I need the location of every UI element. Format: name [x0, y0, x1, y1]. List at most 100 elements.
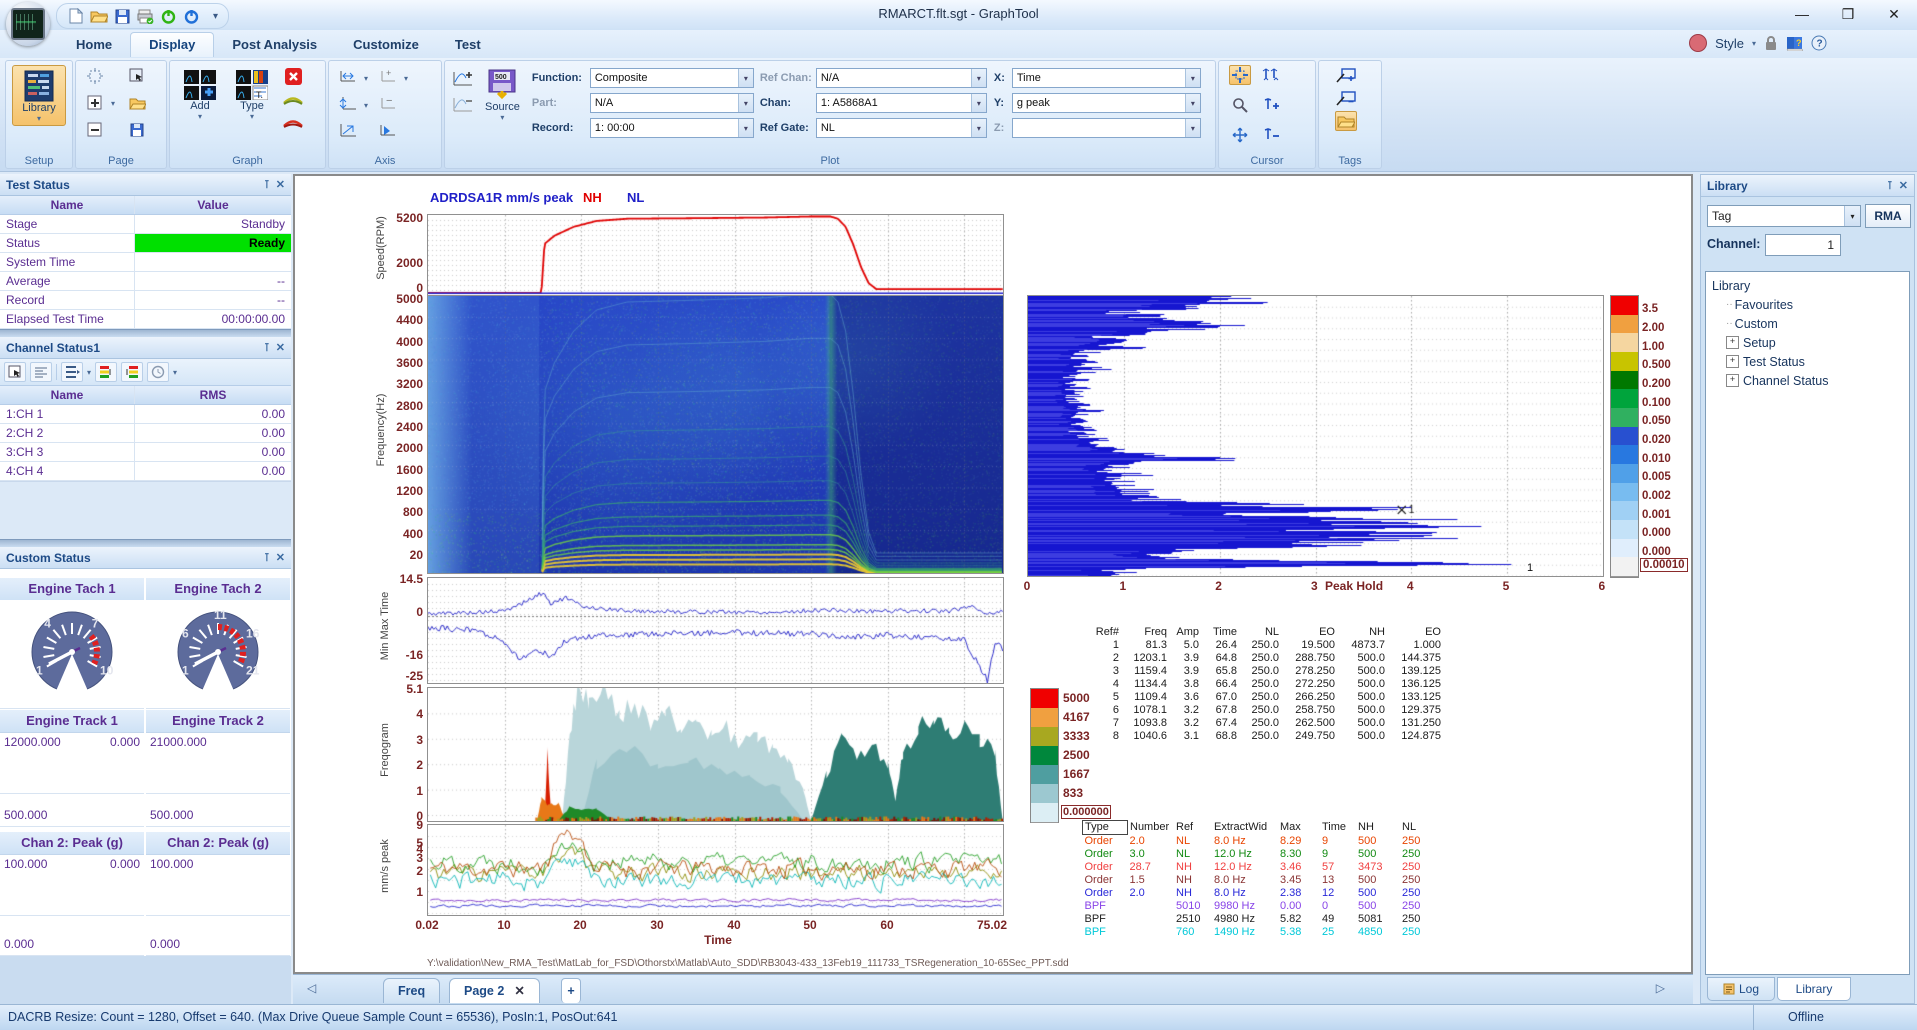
close-tab-icon[interactable]: ✕	[514, 984, 524, 998]
axis-xy-icon[interactable]	[337, 120, 359, 140]
table-row[interactable]: StatusReady	[0, 234, 291, 253]
axis-x-caret-icon[interactable]: ▾	[364, 74, 376, 92]
dropdown-caret-icon[interactable]: ▾	[738, 69, 753, 87]
plot-field-select[interactable]: N/A▾	[590, 93, 754, 113]
add-page-tab-button[interactable]: +	[561, 978, 581, 1003]
application-menu-button[interactable]	[6, 2, 50, 46]
expand-icon[interactable]: +	[1726, 336, 1739, 349]
dropdown-caret-icon[interactable]: ▾	[971, 119, 986, 137]
dropdown-caret-icon[interactable]: ▾	[738, 119, 753, 137]
tab-library[interactable]: Library	[1777, 977, 1851, 1001]
limits-left-icon[interactable]	[121, 362, 143, 382]
table-row[interactable]: 2:CH 20.00	[0, 424, 291, 443]
tab-scroll-right-icon[interactable]: ▷	[1656, 981, 1665, 995]
plot-remove-trace-icon[interactable]	[451, 95, 473, 115]
pin-icon[interactable]: ⊺	[264, 551, 270, 564]
ribbon-tab-home[interactable]: Home	[58, 33, 130, 57]
graph-band-icon[interactable]	[282, 89, 304, 109]
help-book-icon[interactable]: ?	[1786, 35, 1803, 51]
freqogram-chart[interactable]	[427, 687, 1004, 822]
channel-select-icon[interactable]	[4, 362, 26, 382]
pin-icon[interactable]: ⊺	[264, 178, 270, 191]
table-row[interactable]: StageStandby	[0, 215, 291, 234]
channel-tree-caret-icon[interactable]: ▾	[87, 368, 91, 377]
dropdown-caret-icon[interactable]: ▾	[1185, 119, 1200, 137]
graph-delete-icon[interactable]	[282, 66, 304, 86]
zoom-icon[interactable]	[1229, 95, 1251, 115]
tree-item-test-status[interactable]: +Test Status	[1708, 352, 1907, 371]
pan-icon[interactable]	[1229, 125, 1251, 145]
cursor-pair-icon[interactable]	[1261, 65, 1283, 85]
page-add-caret-icon[interactable]: ▾	[111, 99, 125, 119]
channel-align-icon[interactable]	[30, 362, 52, 382]
plot-field-select[interactable]: Composite▾	[590, 68, 754, 88]
table-row[interactable]: Elapsed Test Time00:00:00.00	[0, 310, 291, 329]
panel-splitter[interactable]	[0, 329, 291, 337]
tag-dropdown-caret-icon[interactable]: ▾	[1844, 206, 1860, 226]
axis-autoscale-icon[interactable]	[377, 120, 399, 140]
spectrogram-chart[interactable]	[427, 295, 1004, 574]
close-panel-icon[interactable]: ✕	[1899, 179, 1908, 192]
page-open-icon[interactable]	[126, 93, 148, 113]
source-button[interactable]: 500 Source▾	[479, 65, 526, 141]
table-row[interactable]: 3:CH 30.00	[0, 443, 291, 462]
plot-field-select[interactable]: Time▾	[1012, 68, 1201, 88]
plot-add-trace-icon[interactable]	[451, 69, 473, 89]
graph-type-button[interactable]: T. Type▾	[230, 66, 274, 132]
tag-remove-icon[interactable]	[1335, 88, 1357, 108]
tag-add-icon[interactable]	[1335, 65, 1357, 85]
tab-scroll-left-icon[interactable]: ◁	[307, 981, 316, 995]
style-caret-icon[interactable]: ▾	[1752, 39, 1756, 48]
min-max-chart[interactable]	[427, 577, 1004, 684]
tree-item-channel-status[interactable]: +Channel Status	[1708, 371, 1907, 390]
table-row[interactable]: 4:CH 40.00	[0, 462, 291, 481]
style-color-icon[interactable]	[1689, 34, 1707, 52]
axis-y-caret-icon[interactable]: ▾	[364, 101, 376, 119]
plot-field-select[interactable]: g peak▾	[1012, 93, 1201, 113]
axis-zoom-in-icon[interactable]: +	[377, 66, 399, 86]
tag-folder-icon[interactable]	[1335, 111, 1357, 131]
tree-item-setup[interactable]: +Setup	[1708, 333, 1907, 352]
ribbon-tab-customize[interactable]: Customize	[335, 33, 437, 57]
dropdown-caret-icon[interactable]: ▾	[971, 69, 986, 87]
channel-input[interactable]: 1	[1765, 234, 1841, 256]
limits-right-icon[interactable]	[95, 362, 117, 382]
close-button[interactable]: ✕	[1871, 0, 1917, 29]
library-button[interactable]: Library ▾	[12, 65, 66, 126]
dropdown-caret-icon[interactable]: ▾	[738, 94, 753, 112]
expand-icon[interactable]: +	[1726, 355, 1739, 368]
cursor-add-icon[interactable]	[1261, 95, 1283, 115]
plot-field-select[interactable]: ▾	[1012, 118, 1201, 138]
lock-icon[interactable]	[1764, 35, 1778, 51]
page-select-icon[interactable]	[126, 66, 148, 86]
plot-canvas-area[interactable]: ADRDSA1R mm/s peakNHNL520020000500044004…	[293, 174, 1693, 974]
channel-tree-icon[interactable]	[61, 362, 83, 382]
pin-icon[interactable]: ⊺	[1887, 179, 1893, 192]
page-remove-icon[interactable]	[84, 120, 106, 140]
plot-field-select[interactable]: 1: A5868A1▾	[816, 93, 987, 113]
tag-dropdown[interactable]: Tag ▾	[1707, 205, 1861, 227]
page-tab-freq[interactable]: Freq	[383, 978, 440, 1003]
pin-icon[interactable]: ⊺	[264, 341, 270, 354]
style-button[interactable]: Style	[1715, 36, 1744, 51]
plot-field-select[interactable]: 1: 00:00▾	[590, 118, 754, 138]
minimize-button[interactable]: —	[1779, 0, 1825, 29]
maximize-button[interactable]: ❒	[1825, 0, 1871, 29]
panel-splitter[interactable]	[0, 539, 291, 547]
page-fit-icon[interactable]	[84, 66, 106, 86]
axis-zoom-caret-icon[interactable]: ▾	[404, 74, 416, 92]
expand-icon[interactable]: +	[1726, 374, 1739, 387]
table-row[interactable]: 1:CH 10.00	[0, 405, 291, 424]
ribbon-tab-test[interactable]: Test	[437, 33, 499, 57]
plot-field-select[interactable]: N/A▾	[816, 68, 987, 88]
axis-zoom-out-icon[interactable]: −	[377, 93, 399, 113]
axis-y-icon[interactable]	[337, 93, 359, 113]
rma-button[interactable]: RMA	[1865, 204, 1911, 228]
dropdown-caret-icon[interactable]: ▾	[971, 94, 986, 112]
table-row[interactable]: System Time	[0, 253, 291, 272]
close-panel-icon[interactable]: ✕	[276, 551, 285, 564]
plot-field-select[interactable]: NL▾	[816, 118, 987, 138]
mms-peak-chart[interactable]	[427, 824, 1004, 916]
table-row[interactable]: Average--	[0, 272, 291, 291]
dropdown-caret-icon[interactable]: ▾	[1185, 69, 1200, 87]
